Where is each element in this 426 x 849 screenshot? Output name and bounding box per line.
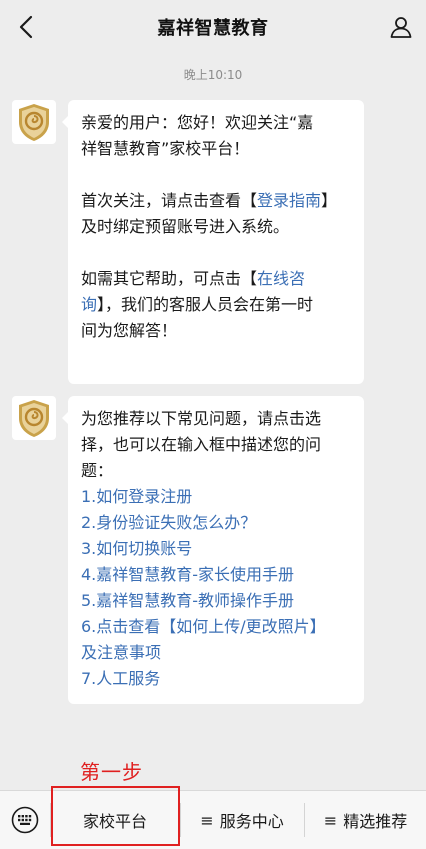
message-text: 】，我们的客服人员会在第一时 (97, 295, 314, 314)
menu-service-center[interactable]: ≡ 服务中心 (181, 791, 303, 849)
message-text: 及时绑定预留账号进入系统。 (81, 217, 290, 236)
menu-featured[interactable]: ≡ 精选推荐 (305, 791, 426, 849)
login-guide-link[interactable]: 登录指南 (257, 191, 321, 210)
back-button[interactable] (12, 13, 40, 41)
message-text: 题： (81, 461, 114, 480)
message-text: 祥智慧教育”家校平台！ (81, 139, 250, 158)
account-avatar[interactable] (12, 100, 56, 144)
account-avatar[interactable] (12, 396, 56, 440)
faq-item-parent-manual[interactable]: 4.嘉祥智慧教育-家长使用手册 (81, 562, 352, 588)
faq-item-upload-photo[interactable]: 6.点击查看【如何上传/更改照片】 (81, 614, 352, 640)
menu-list-icon: ≡ (200, 810, 214, 830)
bracket-close: 】 (321, 191, 338, 210)
message-text: 为您推荐以下常见问题，请点击选 (81, 409, 322, 428)
message-text: 亲爱的用户：您好！欢迎关注“嘉 (81, 113, 314, 132)
faq-item-teacher-manual[interactable]: 5.嘉祥智慧教育-教师操作手册 (81, 588, 352, 614)
highlight-box (51, 786, 180, 846)
profile-button[interactable] (386, 12, 416, 42)
step-annotation: 第一步 (80, 760, 143, 784)
keyboard-icon (11, 806, 39, 834)
menu-list-icon: ≡ (323, 810, 338, 830)
menu-label: 服务中心 (219, 812, 284, 831)
chat-timestamp: 晚上10:10 (183, 68, 243, 82)
online-consult-link-cont[interactable]: 询 (81, 295, 97, 314)
message-line: 如需其它帮助，可点击【在线咨 (81, 266, 352, 292)
bracket-open: 【 (241, 191, 258, 210)
user-icon (390, 17, 412, 38)
message-text: 首次关注，请点击查看 (81, 191, 242, 210)
shield-logo-icon (19, 104, 49, 141)
message-text: 间为您解答！ (81, 321, 178, 340)
shield-logo-icon (19, 400, 49, 437)
top-bar: 嘉祥智慧教育 (0, 0, 426, 54)
faq-item-switch-account[interactable]: 3.如何切换账号 (81, 536, 352, 562)
chevron-left-icon (19, 15, 33, 39)
message-text: 择，也可以在输入框中描述您的问 (81, 435, 322, 454)
keyboard-toggle-button[interactable] (10, 805, 40, 835)
message-line: 首次关注，请点击查看【登录指南】 (81, 188, 352, 214)
faq-item-human-service[interactable]: 7.人工服务 (81, 666, 352, 692)
message-text: 如需其它帮助，可点击 (81, 269, 242, 288)
menu-label: 精选推荐 (343, 812, 408, 831)
faq-item-login[interactable]: 1.如何登录注册 (81, 484, 352, 510)
message-line: 询】，我们的客服人员会在第一时 (81, 292, 352, 318)
online-consult-link[interactable]: 在线咨 (257, 269, 305, 288)
bracket-open: 【 (241, 269, 258, 288)
faq-message-bubble: 为您推荐以下常见问题，请点击选 择，也可以在输入框中描述您的问 题： 1.如何登… (62, 396, 364, 704)
welcome-message-bubble: 亲爱的用户：您好！欢迎关注“嘉 祥智慧教育”家校平台！ 首次关注，请点击查看【登… (62, 100, 364, 384)
page-title: 嘉祥智慧教育 (157, 18, 269, 39)
faq-item-upload-photo-cont[interactable]: 及注意事项 (81, 640, 352, 666)
faq-item-verification[interactable]: 2.身份验证失败怎么办？ (81, 510, 352, 536)
